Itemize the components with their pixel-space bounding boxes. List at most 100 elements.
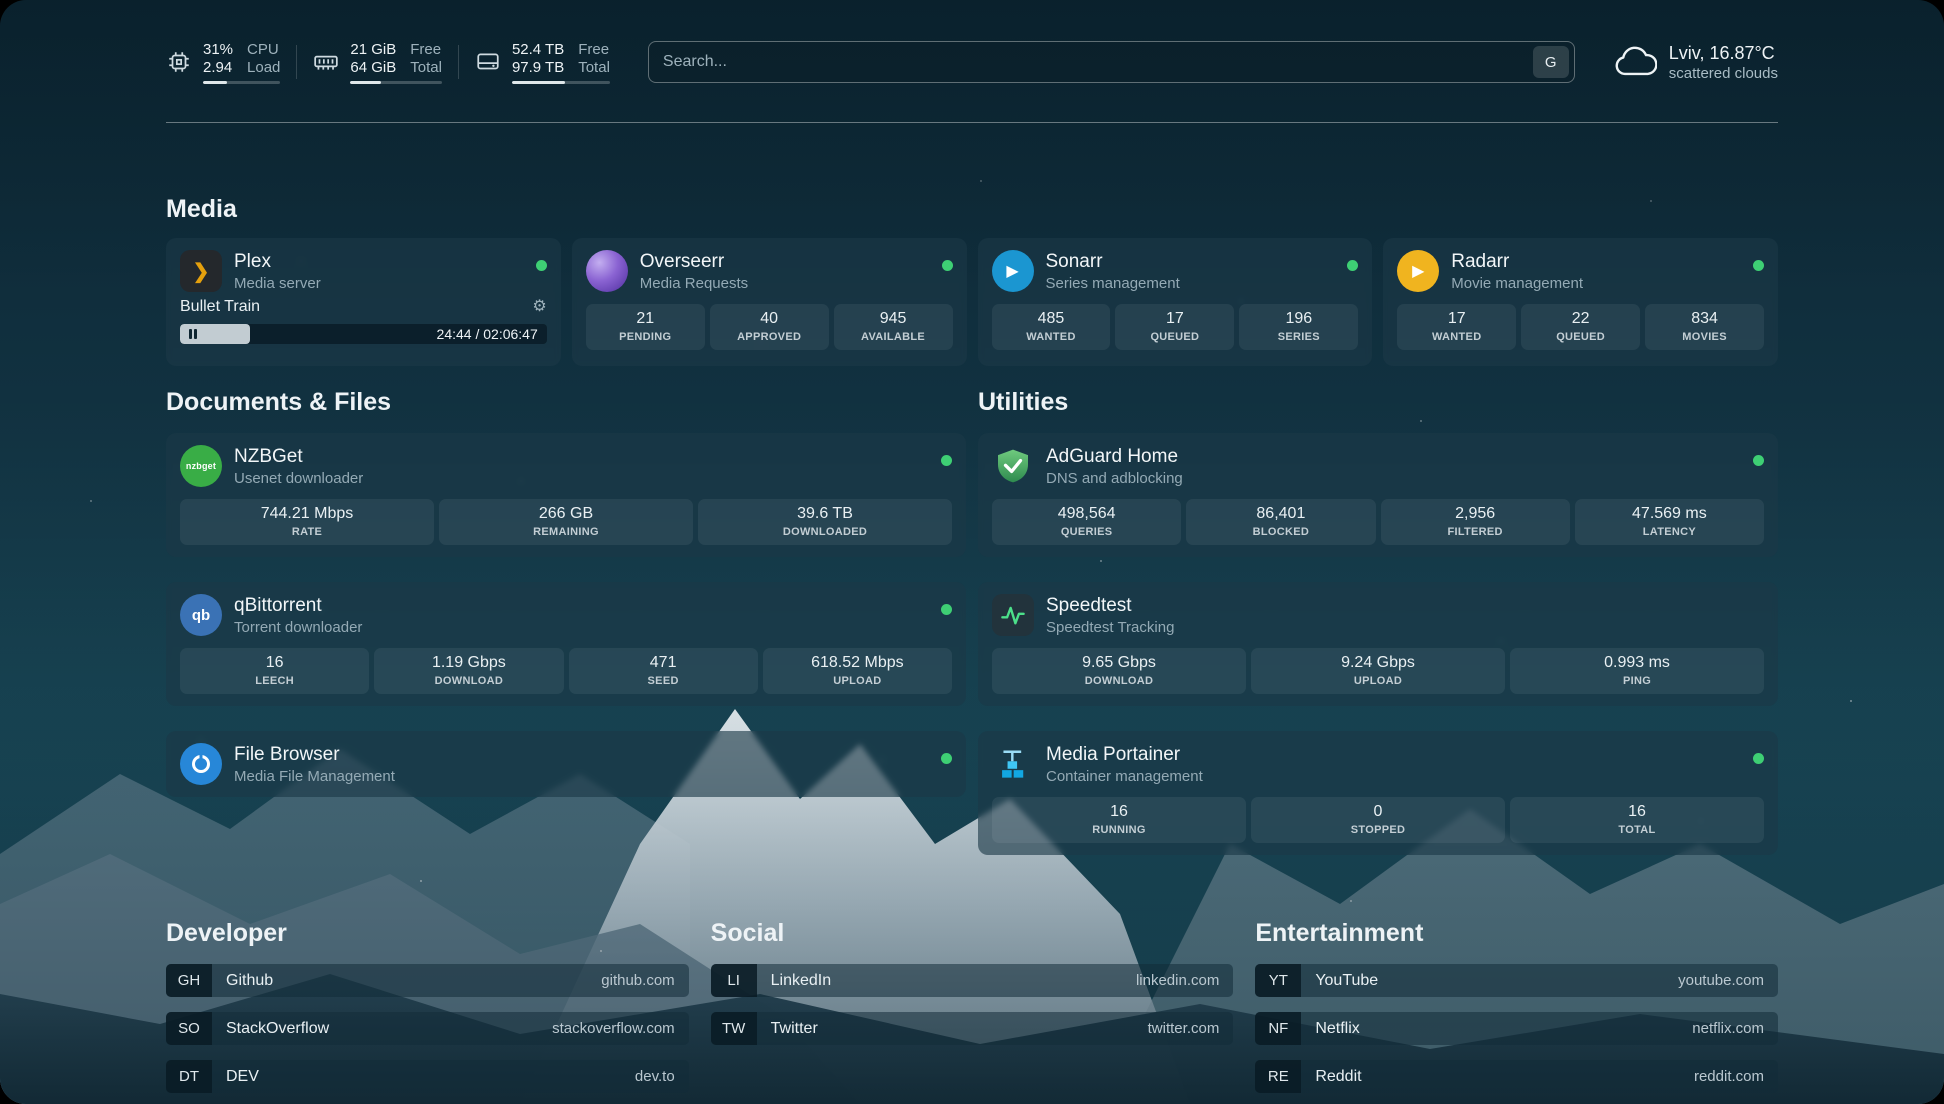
radarr-glyph: ▶ — [1412, 261, 1424, 281]
stat-rate: 744.21 Mbps RATE — [180, 499, 434, 545]
service-card-speedtest[interactable]: Speedtest Speedtest Tracking 9.65 Gbps D… — [978, 582, 1778, 706]
status-dot — [941, 753, 952, 764]
pause-icon[interactable] — [189, 329, 197, 339]
service-card-filebrowser[interactable]: File Browser Media File Management — [166, 731, 966, 797]
service-description: Media server — [234, 275, 321, 292]
service-description: Media File Management — [234, 768, 395, 785]
service-description: Usenet downloader — [234, 470, 363, 487]
service-card-overseerr[interactable]: Overseerr Media Requests 21 PENDING 40 A… — [572, 238, 967, 366]
bookmark-twitter[interactable]: TW Twitter twitter.com — [711, 1012, 1234, 1045]
bookmark-linkedin[interactable]: LI LinkedIn linkedin.com — [711, 964, 1234, 997]
stat-ping: 0.993 ms PING — [1510, 648, 1764, 694]
status-dot — [1347, 260, 1358, 271]
service-description: Speedtest Tracking — [1046, 619, 1174, 636]
stat-blocked: 86,401 BLOCKED — [1186, 499, 1375, 545]
service-name: AdGuard Home — [1046, 446, 1183, 468]
bookmark-name: LinkedIn — [757, 964, 832, 997]
stat-movies: 834 MOVIES — [1645, 304, 1764, 350]
gear-icon[interactable]: ⚙ — [532, 299, 546, 315]
bookmark-name: DEV — [212, 1060, 259, 1093]
disk-bar — [512, 81, 610, 84]
playback-time: 24:44 / 02:06:47 — [437, 326, 538, 342]
shield-check-glyph — [998, 449, 1028, 483]
bookmark-abbr: LI — [711, 964, 757, 997]
cloud-icon — [1613, 46, 1657, 78]
bookmark-abbr: GH — [166, 964, 212, 997]
nzbget-glyph: nzbget — [186, 461, 216, 471]
service-description: Container management — [1046, 768, 1203, 785]
bookmark-youtube[interactable]: YT YouTube youtube.com — [1255, 964, 1778, 997]
service-name: Sonarr — [1046, 251, 1180, 273]
section-title-social: Social — [711, 919, 1234, 948]
memory-total: 64 GiB — [350, 59, 396, 77]
overseerr-icon — [586, 250, 628, 292]
search-bar: G — [648, 41, 1575, 83]
cpu-bar-fill — [203, 81, 227, 84]
stat-seed: 471 SEED — [569, 648, 758, 694]
bookmark-url: reddit.com — [1694, 1060, 1778, 1093]
documents-column: Documents & Files nzbget NZBGet Usenet d… — [166, 388, 966, 797]
service-name: Overseerr — [640, 251, 748, 273]
stat-queued: 17 QUEUED — [1115, 304, 1234, 350]
service-card-radarr[interactable]: ▶ Radarr Movie management 17 WANTED 22 Q… — [1383, 238, 1778, 366]
playback-progress-bar[interactable]: 24:44 / 02:06:47 — [180, 324, 547, 344]
status-dot — [942, 260, 953, 271]
stat-remaining: 266 GB REMAINING — [439, 499, 693, 545]
weather-location: Lviv, 16.87°C — [1669, 43, 1778, 64]
bookmark-url: github.com — [601, 964, 688, 997]
bookmark-github[interactable]: GH Github github.com — [166, 964, 689, 997]
bookmark-abbr: DT — [166, 1060, 212, 1093]
adguard-icon — [992, 445, 1034, 487]
media-grid: ❯ Plex Media server Bullet Train ⚙ 24:44… — [166, 238, 1778, 366]
qbittorrent-icon: qb — [180, 594, 222, 636]
disk-total-label: Total — [578, 59, 610, 77]
service-card-plex[interactable]: ❯ Plex Media server Bullet Train ⚙ 24:44… — [166, 238, 561, 366]
stat-latency: 47.569 ms LATENCY — [1575, 499, 1764, 545]
memory-total-label: Total — [410, 59, 442, 77]
bookmark-abbr: RE — [1255, 1060, 1301, 1093]
filebrowser-glyph — [190, 753, 212, 775]
bookmark-dev[interactable]: DT DEV dev.to — [166, 1060, 689, 1093]
service-name: Media Portainer — [1046, 744, 1203, 766]
section-title-media: Media — [166, 195, 1778, 224]
bookmark-netflix[interactable]: NF Netflix netflix.com — [1255, 1012, 1778, 1045]
bookmark-reddit[interactable]: RE Reddit reddit.com — [1255, 1060, 1778, 1093]
bookmark-abbr: TW — [711, 1012, 757, 1045]
stat-running: 16 RUNNING — [992, 797, 1246, 843]
qbittorrent-glyph: qb — [192, 607, 210, 624]
plex-glyph: ❯ — [193, 259, 210, 284]
cpu-load-label: Load — [247, 59, 280, 77]
cpu-label: CPU — [247, 41, 280, 59]
bookmark-abbr: NF — [1255, 1012, 1301, 1045]
filebrowser-icon — [180, 743, 222, 785]
stat-queued: 22 QUEUED — [1521, 304, 1640, 350]
service-card-adguard[interactable]: AdGuard Home DNS and adblocking 498,564 … — [978, 433, 1778, 557]
disk-free-label: Free — [578, 41, 610, 59]
bookmarks: Developer GH Github github.com SO StackO… — [166, 919, 1778, 1093]
bookmark-url: dev.to — [635, 1060, 689, 1093]
service-card-qbittorrent[interactable]: qb qBittorrent Torrent downloader 16 LEE… — [166, 582, 966, 706]
status-dot — [1753, 455, 1764, 466]
bookmark-url: netflix.com — [1692, 1012, 1778, 1045]
bookmark-stackoverflow[interactable]: SO StackOverflow stackoverflow.com — [166, 1012, 689, 1045]
section-title-entertainment: Entertainment — [1255, 919, 1778, 948]
service-name: Plex — [234, 251, 321, 273]
service-name: File Browser — [234, 744, 395, 766]
bookmark-group-social: Social LI LinkedIn linkedin.com TW Twitt… — [711, 919, 1234, 1093]
section-title-developer: Developer — [166, 919, 689, 948]
speedtest-icon — [992, 594, 1034, 636]
snow-specks — [0, 0, 2, 2]
stat-wanted: 485 WANTED — [992, 304, 1111, 350]
service-name: qBittorrent — [234, 595, 362, 617]
service-card-nzbget[interactable]: nzbget NZBGet Usenet downloader 744.21 M… — [166, 433, 966, 557]
disk-icon — [475, 49, 501, 75]
service-card-sonarr[interactable]: ▶ Sonarr Series management 485 WANTED 17… — [978, 238, 1373, 366]
memory-bar-fill — [350, 81, 380, 84]
memory-free-label: Free — [410, 41, 442, 59]
status-dot — [941, 604, 952, 615]
search-input[interactable] — [663, 53, 1533, 71]
service-name: Radarr — [1451, 251, 1583, 273]
service-description: Torrent downloader — [234, 619, 362, 636]
service-card-portainer[interactable]: Media Portainer Container management 16 … — [978, 731, 1778, 855]
search-provider-button[interactable]: G — [1533, 46, 1569, 78]
